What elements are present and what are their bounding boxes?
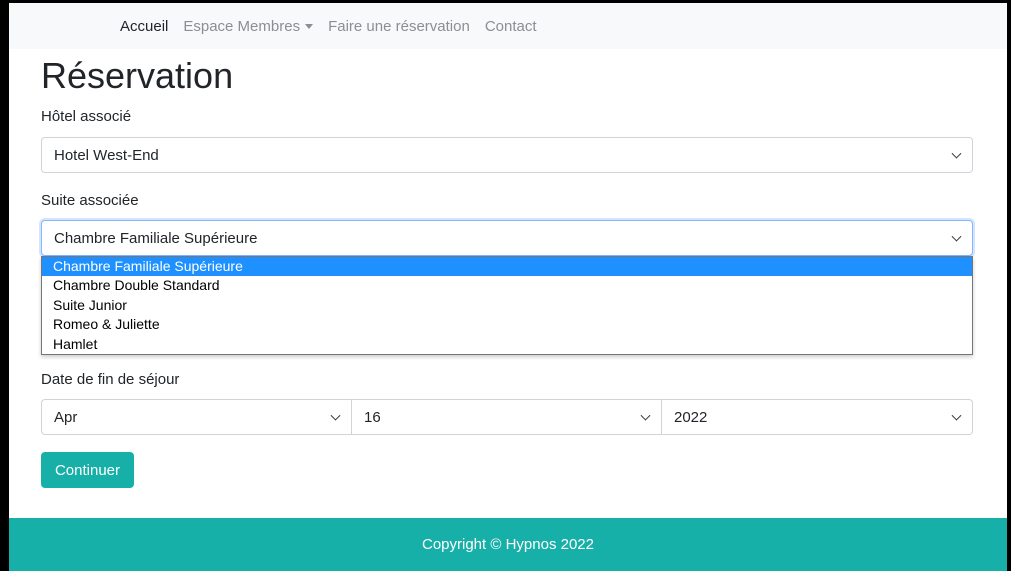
hotel-label: Hôtel associé [41,108,132,125]
nav-dropdown-label: Espace Membres [183,17,301,35]
suite-select-value: Chambre Familiale Supérieure [54,229,258,247]
continue-button[interactable]: Continuer [41,452,134,488]
nav-dropdown-espace-membres[interactable]: Espace Membres [183,17,314,35]
chevron-down-icon [951,410,962,421]
suite-option[interactable]: Hamlet [42,335,972,354]
nav-links: Accueil Espace Membres Faire une réserva… [120,18,537,35]
page-title: Réservation [41,55,234,96]
suite-option[interactable]: Romeo & Juliette [42,315,972,334]
window-frame-right [1007,0,1011,571]
chevron-down-icon [951,231,962,242]
suite-dropdown-list: Chambre Familiale Supérieure Chambre Dou… [41,256,973,355]
chevron-down-icon [640,410,651,421]
end-year-value: 2022 [674,408,708,426]
chevron-down-icon [330,410,341,421]
end-date-row: Apr 16 2022 [41,399,973,435]
end-year-select[interactable]: 2022 [662,399,973,435]
end-month-select[interactable]: Apr [41,399,352,435]
end-day-value: 16 [364,408,381,426]
nav-link-reservation[interactable]: Faire une réservation [328,18,470,35]
footer: Copyright © Hypnos 2022 [9,518,1007,571]
end-date-label: Date de fin de séjour [41,371,180,388]
footer-copyright: Copyright © Hypnos 2022 [422,536,594,553]
suite-option[interactable]: Chambre Double Standard [42,276,972,295]
suite-select[interactable]: Chambre Familiale Supérieure [41,220,973,256]
suite-option[interactable]: Chambre Familiale Supérieure [42,257,972,277]
nav-link-accueil[interactable]: Accueil [120,18,168,35]
suite-option[interactable]: Suite Junior [42,296,972,315]
navbar: Accueil Espace Membres Faire une réserva… [9,3,1007,49]
suite-label: Suite associée [41,192,139,209]
end-day-select[interactable]: 16 [352,399,662,435]
hotel-select[interactable]: Hotel West-End [41,137,973,173]
nav-link-contact[interactable]: Contact [485,18,537,35]
caret-down-icon [305,24,314,30]
end-month-value: Apr [54,408,78,426]
chevron-down-icon [951,148,962,159]
window-frame-left [0,0,9,571]
hotel-select-value: Hotel West-End [54,146,159,164]
